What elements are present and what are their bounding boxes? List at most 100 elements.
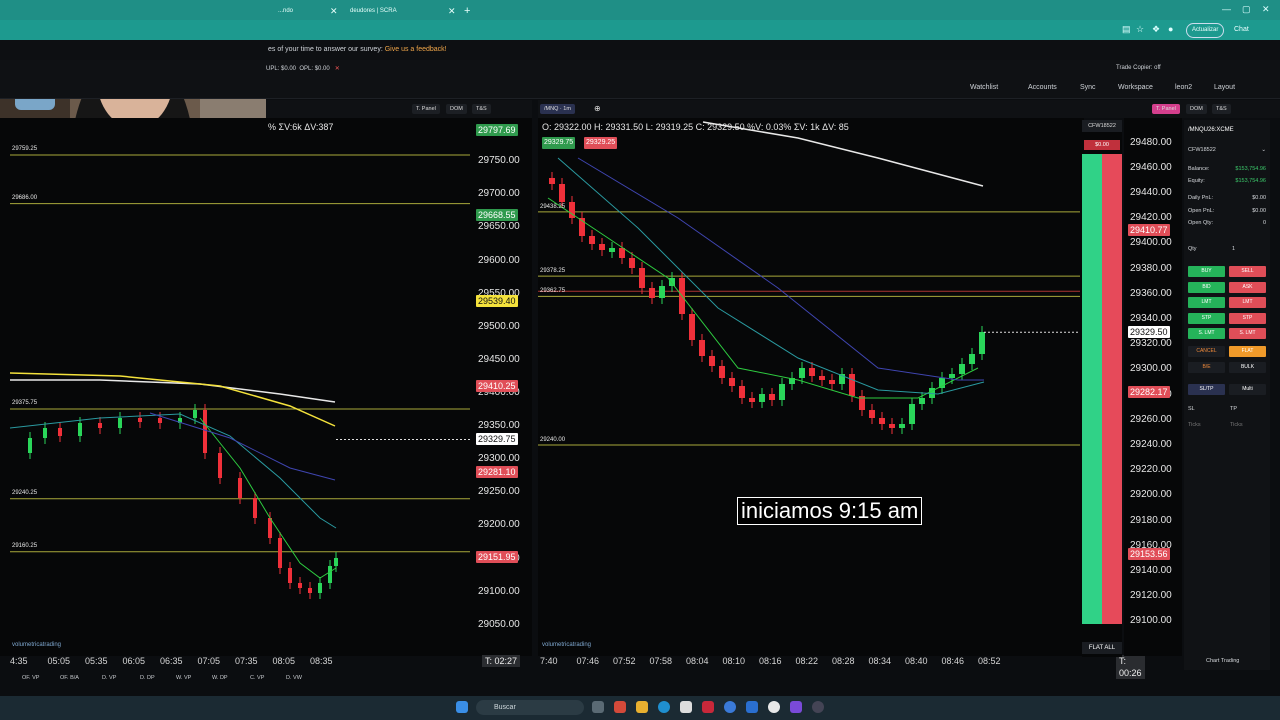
close-tab-icon[interactable]: ✕ — [448, 3, 456, 19]
dom-account: CFW18522 — [1082, 120, 1122, 132]
video-subtitle: iniciamos 9:15 am — [737, 497, 923, 525]
sync-button[interactable]: Sync — [1080, 84, 1096, 91]
watermark: volumetricatrading — [12, 642, 62, 648]
tpanel-button[interactable]: T. Panel — [412, 104, 440, 114]
dom-button[interactable]: DOM — [1186, 104, 1207, 114]
close-window-icon[interactable]: ✕ — [1262, 4, 1270, 15]
price-tag: 29329.75 — [476, 433, 518, 446]
study-tab[interactable]: C. VP — [250, 675, 264, 681]
task-view-icon[interactable] — [592, 701, 604, 713]
sell-order-button[interactable]: STP — [1229, 312, 1266, 324]
add-icon[interactable]: ⊕ — [590, 104, 605, 114]
update-button[interactable]: Actualizar — [1186, 23, 1225, 38]
study-tab[interactable]: D. VW — [286, 675, 302, 681]
app-icon[interactable] — [702, 701, 714, 713]
study-tab[interactable]: OF. B/A — [60, 675, 79, 681]
workspace-button[interactable]: Workspace — [1118, 84, 1153, 91]
multi-tab[interactable]: Multi — [1229, 384, 1266, 395]
profile-icon[interactable]: ● — [1168, 24, 1173, 34]
browser-tab-2[interactable]: deudores | SCRA — [344, 3, 403, 19]
chrome-icon[interactable] — [768, 701, 780, 713]
symbol-selector[interactable]: /MNQ · 1m — [540, 104, 575, 114]
candle — [599, 244, 605, 250]
edge-icon[interactable] — [658, 701, 670, 713]
browser-address-bar: ▤ ☆ ❖ ● Actualizar Chat — [0, 20, 1280, 40]
survey-link[interactable]: Give us a feedback! — [385, 46, 447, 53]
trade-copier-status[interactable]: Trade Copier: off — [1116, 65, 1161, 71]
sell-order-button[interactable]: ASK — [1229, 281, 1266, 293]
tpanel-button[interactable]: T. Panel — [1152, 104, 1180, 114]
breakeven-button[interactable]: B/E — [1188, 362, 1225, 373]
layout-button[interactable]: Layout — [1214, 84, 1235, 91]
close-tab-icon[interactable]: ✕ — [330, 3, 338, 19]
buy-order-button[interactable]: LMT — [1188, 297, 1225, 308]
sell-order-button[interactable]: SELL — [1229, 266, 1266, 277]
candle — [849, 374, 855, 396]
maximize-icon[interactable]: ▢ — [1242, 4, 1251, 15]
windows-start-icon[interactable] — [456, 701, 468, 713]
study-tab[interactable]: OF. VP — [22, 675, 39, 681]
price-tick: 29500.00 — [478, 320, 520, 332]
survey-banner: es of your time to answer our survey: Gi… — [0, 40, 1280, 61]
dom-column[interactable]: CFW18522 $0.00 FLAT ALL — [1082, 120, 1122, 657]
right-price-scale: 29480.00 29460.00 29440.00 29420.00 29400.00… — [1124, 118, 1182, 656]
chevron-down-icon[interactable]: ⌄ — [1261, 147, 1266, 153]
sell-order-button[interactable]: LMT — [1229, 297, 1266, 308]
ts-button[interactable]: T&S — [472, 104, 491, 114]
sell-order-button[interactable]: S. LMT — [1229, 328, 1266, 339]
account-stat-value: $153,754.96 — [1235, 166, 1266, 172]
dom-ask-bar — [1102, 154, 1122, 624]
buy-order-button[interactable]: STP — [1188, 312, 1225, 324]
minimize-icon[interactable]: — — [1222, 4, 1231, 14]
app-icon[interactable] — [614, 701, 626, 713]
buy-order-button[interactable]: BUY — [1188, 266, 1225, 277]
store-icon[interactable] — [680, 701, 692, 713]
buy-order-button[interactable]: BID — [1188, 281, 1225, 293]
ma-line — [10, 379, 336, 403]
study-tab[interactable]: D. DP — [140, 675, 155, 681]
time-tick: 08:05 — [272, 656, 296, 666]
extensions-icon[interactable]: ❖ — [1152, 24, 1160, 35]
price-tick: 29240.00 — [1130, 439, 1172, 450]
tp-symbol[interactable]: /MNQU26:XCME — [1188, 127, 1234, 133]
left-chart[interactable]: % ΣV:6k ΔV:387 volumetricatrading 29759.… — [0, 118, 532, 667]
browser-tab-strip: ...ndo ✕ deudores | SCRA ✕ + — ▢ ✕ — [0, 0, 1280, 20]
bulk-button[interactable]: BULK — [1229, 362, 1266, 373]
chat-button[interactable]: Chat — [1234, 23, 1249, 36]
qty-value[interactable]: 1 — [1232, 246, 1235, 252]
cancel-button[interactable]: CANCEL — [1188, 346, 1225, 357]
watchlist-button[interactable]: Watchlist — [970, 84, 998, 91]
reader-icon[interactable]: ▤ — [1122, 24, 1131, 35]
chart-trading-toggle[interactable]: Chart Trading — [1206, 658, 1239, 664]
dom-button[interactable]: DOM — [446, 104, 467, 114]
taskbar-search[interactable]: Buscar — [476, 700, 584, 715]
sltp-tab[interactable]: SL/TP — [1188, 384, 1225, 395]
study-tab[interactable]: W. VP — [176, 675, 191, 681]
study-tab[interactable]: W. DP — [212, 675, 228, 681]
app-icon[interactable] — [812, 701, 824, 713]
browser-tab-1[interactable]: ...ndo — [272, 3, 299, 19]
new-tab-icon[interactable]: + — [464, 3, 470, 19]
file-explorer-icon[interactable] — [636, 701, 648, 713]
help-icon[interactable] — [724, 701, 736, 713]
buy-order-button[interactable]: S. LMT — [1188, 328, 1225, 339]
flat-all-button[interactable]: FLAT ALL — [1082, 642, 1122, 654]
bar-timer: T: 00:26 — [1116, 655, 1145, 679]
close-icon[interactable]: ✕ — [335, 66, 340, 72]
tp-account[interactable]: CFW18522 — [1188, 147, 1216, 153]
study-tab[interactable]: D. VP — [102, 675, 116, 681]
candle — [659, 286, 665, 298]
price-tick: 29220.00 — [1130, 464, 1172, 476]
right-chart[interactable]: O: 29322.00 H: 29331.50 L: 29319.25 C: 2… — [538, 118, 1145, 679]
bar-timer: T: 02:27 — [482, 655, 521, 667]
flat-button[interactable]: FLAT — [1229, 346, 1266, 357]
mail-icon[interactable] — [746, 701, 758, 713]
accounts-button[interactable]: Accounts — [1028, 84, 1057, 91]
ts-button[interactable]: T&S — [1212, 104, 1231, 114]
price-tick: 29100.00 — [478, 585, 520, 597]
favorite-star-icon[interactable]: ☆ — [1136, 24, 1144, 35]
user-button[interactable]: leon2 — [1175, 84, 1192, 91]
candle — [288, 568, 292, 583]
candle — [869, 410, 875, 418]
app-icon[interactable] — [790, 701, 802, 713]
